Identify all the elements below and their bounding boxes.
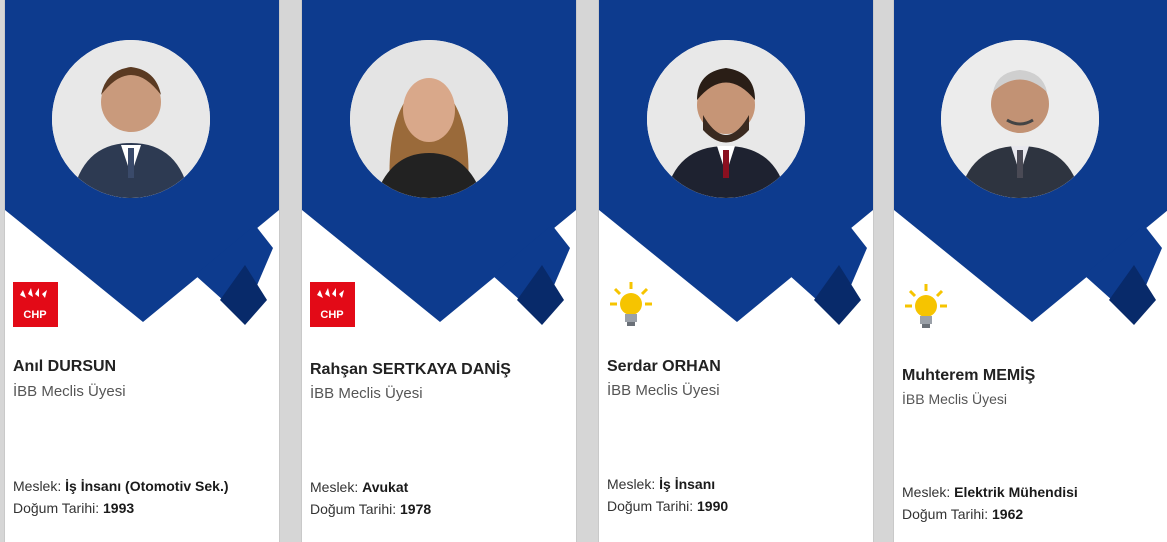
- chp-logo-icon: CHP: [13, 282, 58, 327]
- member-photo: [647, 40, 805, 198]
- member-card[interactable]: Serdar ORHAN İBB Meclis Üyesi Meslek: İş…: [598, 0, 874, 542]
- member-details: Meslek: Elektrik Mühendisi Doğum Tarihi:…: [902, 481, 1078, 525]
- occupation-label: Meslek:: [13, 478, 62, 494]
- member-photo: [52, 40, 210, 198]
- member-name: Anıl DURSUN: [13, 358, 117, 375]
- member-details: Meslek: İş İnsanı Doğum Tarihi: 1990: [607, 473, 728, 517]
- member-role: İBB Meclis Üyesi: [13, 383, 126, 400]
- birth-label: Doğum Tarihi:: [902, 506, 989, 522]
- birth-year: 1962: [992, 506, 1024, 522]
- member-details: Meslek: İş İnsanı (Otomotiv Sek.) Doğum …: [13, 475, 229, 519]
- occupation-value: İş İnsanı (Otomotiv Sek.): [65, 478, 229, 494]
- member-role: İBB Meclis Üyesi: [902, 391, 1008, 407]
- birth-year: 1993: [103, 500, 135, 516]
- occupation-label: Meslek:: [902, 484, 951, 500]
- lightbulb-logo-icon: [904, 282, 948, 330]
- birth-label: Doğum Tarihi:: [607, 498, 694, 514]
- chp-logo-text: CHP: [320, 309, 343, 321]
- occupation-value: Elektrik Mühendisi: [954, 484, 1078, 500]
- member-details: Meslek: Avukat Doğum Tarihi: 1978: [310, 476, 431, 520]
- member-name: Muhterem MEMİŞ: [902, 367, 1036, 384]
- member-role: İBB Meclis Üyesi: [607, 382, 720, 399]
- member-card[interactable]: CHP Rahşan SERTKAYA DANİŞ İBB Meclis Üye…: [301, 0, 577, 542]
- birth-year: 1978: [400, 501, 432, 517]
- chp-logo-icon: CHP: [310, 282, 355, 327]
- member-name: Serdar ORHAN: [607, 358, 721, 375]
- member-card[interactable]: CHP Anıl DURSUN İBB Meclis Üyesi Meslek:…: [4, 0, 280, 542]
- chp-logo-text: CHP: [23, 309, 46, 321]
- member-name: Rahşan SERTKAYA DANİŞ: [310, 361, 511, 378]
- occupation-label: Meslek:: [310, 479, 359, 495]
- occupation-value: Avukat: [362, 479, 409, 495]
- lightbulb-logo-icon: [609, 280, 653, 328]
- member-role: İBB Meclis Üyesi: [310, 385, 423, 402]
- member-photo: [350, 40, 508, 198]
- birth-label: Doğum Tarihi:: [13, 500, 100, 516]
- occupation-value: İş İnsanı: [659, 476, 716, 492]
- member-card[interactable]: Muhterem MEMİŞ İBB Meclis Üyesi Meslek: …: [893, 0, 1167, 542]
- birth-label: Doğum Tarihi:: [310, 501, 397, 517]
- birth-year: 1990: [697, 498, 729, 514]
- member-photo: [941, 40, 1099, 198]
- occupation-label: Meslek:: [607, 476, 656, 492]
